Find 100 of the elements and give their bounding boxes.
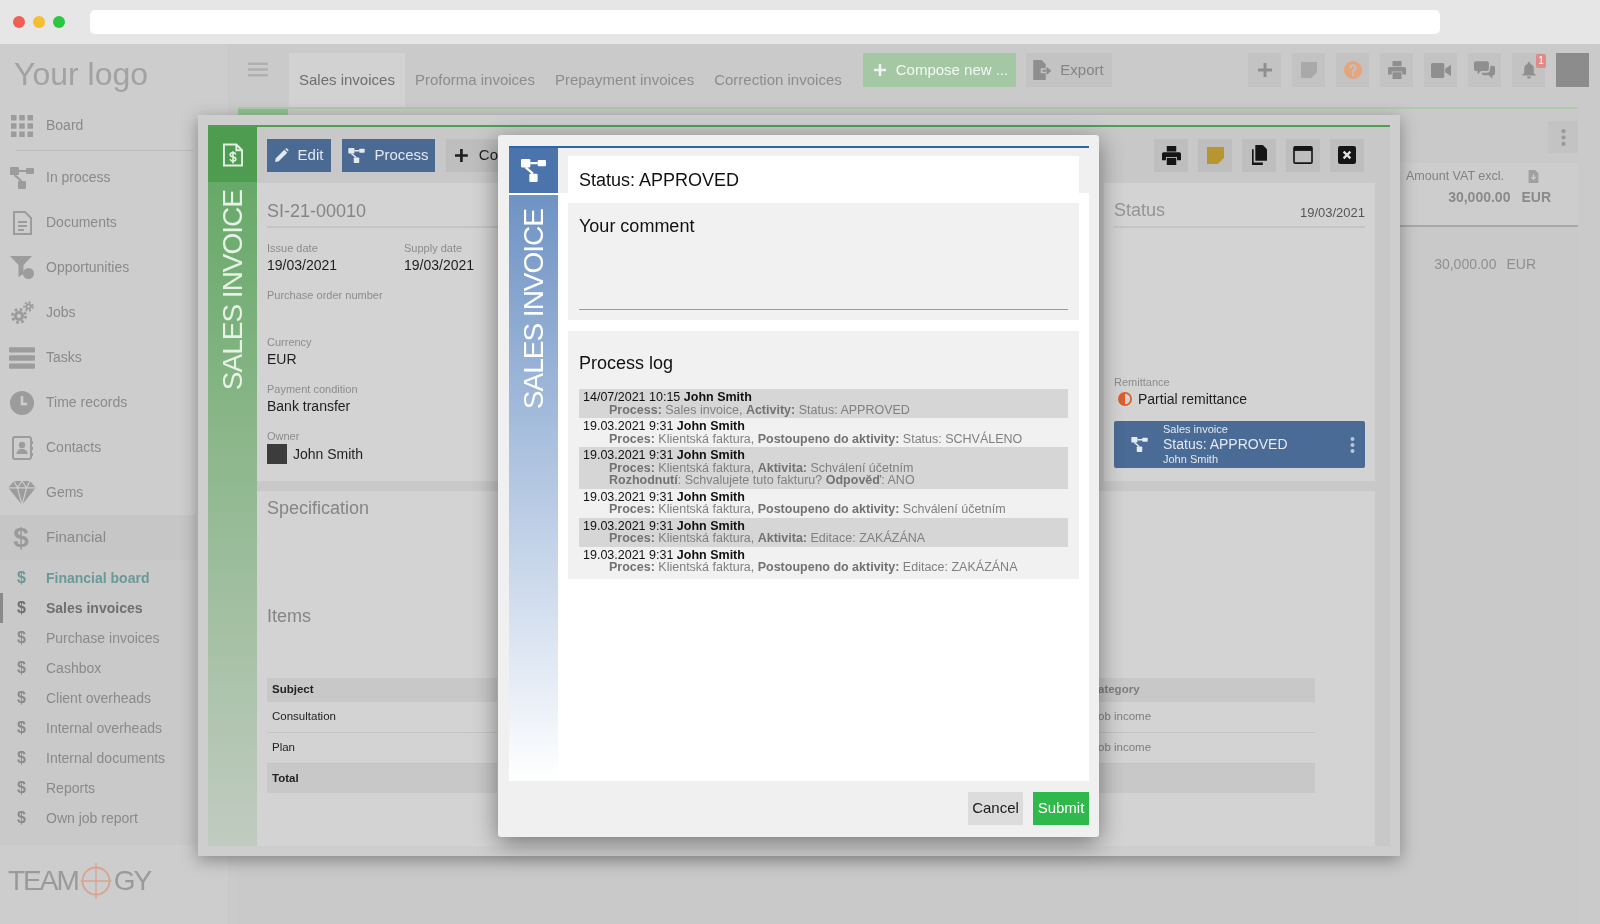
- print-button[interactable]: [1154, 138, 1188, 172]
- hierarchy-icon: [521, 159, 546, 182]
- menu-icon: [248, 62, 268, 77]
- document-icon: [12, 210, 32, 235]
- window-button[interactable]: [1286, 138, 1320, 172]
- table-cell: Consultation: [267, 702, 497, 733]
- section-title: Specification: [267, 497, 370, 519]
- field-label: Purchase order number: [267, 288, 383, 303]
- sidebar-group[interactable]: $ Financial: [0, 515, 196, 560]
- tab[interactable]: Sales invoices: [289, 53, 405, 107]
- note-button[interactable]: [1198, 138, 1232, 172]
- notification-badge: 1: [1536, 54, 1546, 68]
- help-button[interactable]: [1336, 53, 1369, 87]
- tab[interactable]: Correction invoices: [704, 53, 852, 107]
- chat-button[interactable]: [1468, 53, 1501, 87]
- comment-field[interactable]: Your comment: [568, 203, 1079, 320]
- document-number: SI-21-00010: [267, 200, 367, 222]
- field-label: Currency: [267, 335, 312, 350]
- window-icon: [1293, 146, 1313, 164]
- invoice-icon: [222, 141, 243, 168]
- close-button[interactable]: [1330, 138, 1364, 172]
- field-value: 19/03/2021: [267, 256, 338, 274]
- log-entry: 19.03.2021 9:31 John Smith Proces: Klientská faktura, Postoupeno do aktivity: Status: SCHVÁLENO: [582, 418, 1024, 447]
- more-button[interactable]: [1548, 121, 1578, 153]
- hierarchy-icon: [1131, 437, 1148, 452]
- add-button[interactable]: [1248, 53, 1281, 87]
- funnel-icon: [10, 256, 34, 279]
- sidebar-item[interactable]: In process: [0, 155, 196, 200]
- menu-button[interactable]: [248, 62, 268, 77]
- log-entry: 19.03.2021 9:31 John Smith Proces: Klientská faktura, Aktivita: Schválení účetním Rozhodnutí: Schvalujete tuto fakturu? Odpověď: ANO: [579, 447, 1068, 489]
- side-label: SALES INVOICE: [218, 190, 247, 391]
- section-title: Process log: [579, 352, 674, 374]
- section-title: Status: [1114, 199, 1166, 221]
- gears-icon: [10, 301, 34, 324]
- field-value: Bank transfer: [267, 397, 351, 415]
- address-bar[interactable]: [90, 10, 1440, 34]
- card-status: Status: APPROVED: [1163, 436, 1288, 453]
- sidebar-item[interactable]: $ Internal overheads: [0, 713, 196, 743]
- sidebar-item[interactable]: $ Purchase invoices: [0, 623, 196, 653]
- sidebar-item[interactable]: Tasks: [0, 335, 196, 380]
- add-button[interactable]: Co: [446, 138, 498, 172]
- side-label: SALES INVOICE: [519, 209, 548, 410]
- cancel-button[interactable]: Cancel: [968, 792, 1023, 825]
- log-entry: 19.03.2021 9:31 John Smith Proces: Klientská faktura, Aktivita: Editace: ZAKÁZÁNA: [579, 517, 1068, 547]
- copy-icon: [1251, 145, 1267, 165]
- window-minimize-button[interactable]: [33, 16, 45, 28]
- sidebar-item[interactable]: Gems: [0, 470, 196, 515]
- field-label: Issue date: [267, 241, 318, 256]
- status-title: Status: APPROVED: [568, 156, 1079, 193]
- plus-icon: [455, 148, 468, 162]
- sidebar-item[interactable]: Documents: [0, 200, 196, 245]
- field-label: Payment condition: [267, 382, 358, 397]
- list-icon: [9, 346, 35, 369]
- sidebar-item[interactable]: Contacts: [0, 425, 196, 470]
- sidebar-item[interactable]: $ Internal documents: [0, 743, 196, 773]
- export-icon: [1033, 60, 1052, 80]
- copy-button[interactable]: [1242, 138, 1276, 172]
- field-value: John Smith: [293, 445, 364, 463]
- notifications-button[interactable]: 1: [1512, 53, 1545, 87]
- sidebar-item[interactable]: Board: [0, 103, 196, 148]
- clock-icon: [10, 390, 34, 415]
- currency: EUR: [1506, 254, 1536, 274]
- tab[interactable]: Prepayment invoices: [544, 53, 705, 107]
- log-entry: 19.03.2021 9:31 John Smith Proces: Klientská faktura, Postoupeno do aktivity: Editace: ZAKÁZÁNA: [582, 546, 1019, 576]
- sidebar-item[interactable]: $ Client overheads: [0, 683, 196, 713]
- amount-value: 30,000.00: [1448, 187, 1511, 207]
- grid-icon: [11, 114, 33, 137]
- printer-icon: [1387, 61, 1406, 79]
- sidebar-item[interactable]: $ Financial board: [0, 563, 196, 593]
- file-download-icon: [1528, 169, 1539, 183]
- plus-icon: [873, 64, 886, 76]
- submit-button[interactable]: Submit: [1033, 792, 1089, 825]
- sidebar-item[interactable]: $ Own job report: [0, 803, 196, 833]
- window-close-button[interactable]: [13, 16, 25, 28]
- process-button[interactable]: Process: [342, 138, 435, 172]
- close-icon: [1338, 146, 1356, 164]
- export-button[interactable]: Export: [1026, 53, 1112, 87]
- bell-icon: [1521, 61, 1536, 79]
- field-value: EUR: [267, 350, 297, 368]
- video-button[interactable]: [1424, 53, 1457, 87]
- avatar-placeholder[interactable]: [1556, 53, 1589, 87]
- sidebar-item[interactable]: Jobs: [0, 290, 196, 335]
- avatar-placeholder: [267, 444, 287, 464]
- sidebar-item[interactable]: Opportunities: [0, 245, 196, 290]
- tab[interactable]: Proforma invoices: [404, 53, 545, 107]
- printer-icon: [1161, 145, 1181, 165]
- table-cell: Total: [267, 764, 497, 793]
- sidebar-item[interactable]: Time records: [0, 380, 196, 425]
- column-label: Amount VAT excl.: [1406, 167, 1504, 185]
- edit-button[interactable]: Edit: [267, 138, 331, 172]
- window-zoom-button[interactable]: [53, 16, 65, 28]
- process-card[interactable]: Sales invoice Status: APPROVED John Smith: [1114, 421, 1365, 468]
- sidebar-item[interactable]: $ Cashbox: [0, 653, 196, 683]
- chat-icon: [1474, 61, 1495, 79]
- column-header: Subject: [267, 678, 497, 702]
- log-entry: 19.03.2021 9:31 John Smith Proces: Klientská faktura, Postoupeno do aktivity: Schválení účetním: [582, 488, 1007, 518]
- note-button[interactable]: [1292, 53, 1325, 87]
- compose-button[interactable]: Compose new ...: [862, 53, 1017, 87]
- sidebar-item[interactable]: $ Reports: [0, 773, 196, 803]
- note-icon: [1206, 146, 1224, 164]
